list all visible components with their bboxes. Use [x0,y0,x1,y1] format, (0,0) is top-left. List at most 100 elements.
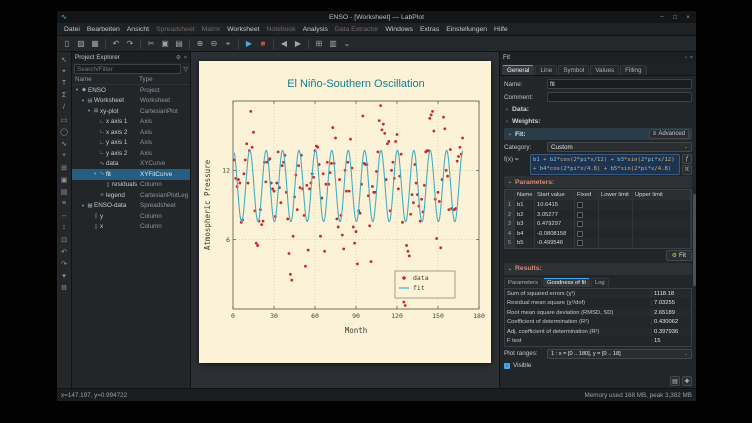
tab-symbol[interactable]: Symbol [558,65,589,75]
template-load-icon[interactable]: ▤ [670,376,680,386]
add-image-icon[interactable]: ▣ [59,174,70,185]
chart-legend[interactable]: datafit [395,271,455,298]
menu-extras[interactable]: Extras [417,25,442,34]
tree-row-legend[interactable]: ≡legendCartesianPlotLegend [72,190,190,201]
zoom-x-icon[interactable]: ↔ [59,210,70,221]
column-header-type[interactable]: Type [139,76,187,83]
zoom-y-icon[interactable]: ↕ [59,222,70,233]
paste-icon[interactable]: ▤ [173,38,185,50]
tree-row-data[interactable]: ∿dataXYCurve [72,159,190,170]
menu-notebook[interactable]: Notebook [264,25,299,34]
tree-row-y-axis-1[interactable]: ∟y axis 1Axis [72,138,190,149]
add-text-icon[interactable]: T [59,78,70,89]
parameter-row-b5[interactable]: 5b5-0.499546 [505,238,691,248]
tab-values[interactable]: Values [590,65,619,75]
search-input[interactable] [74,64,181,74]
menu-einstellungen[interactable]: Einstellungen [443,25,490,34]
fit-selection-icon[interactable]: ⊡ [59,234,70,245]
tree-row-x-axis-2[interactable]: ∟x axis 2Axis [72,127,190,138]
menu-windows[interactable]: Windows [382,25,416,34]
add-line-icon[interactable]: / [59,102,70,113]
new-project-icon[interactable]: ▯ [61,38,73,50]
comment-input[interactable] [547,92,692,102]
panel-close-icon[interactable]: × [184,55,187,61]
results-tab-log[interactable]: Log [591,278,609,287]
zoom-select-icon[interactable]: ⌖ [222,38,234,50]
tree-row-residuals[interactable]: ▯residualsColumn [72,180,190,191]
dock-close-icon[interactable]: × [690,55,693,61]
tree-row-y[interactable]: ▯yColumn [72,211,190,222]
section-weights[interactable]: › Weights: [504,116,692,127]
settings-icon[interactable]: ⚙ [59,282,70,293]
zoom-out-icon[interactable]: ⊖ [208,38,220,50]
tab-line[interactable]: Line [535,65,557,75]
save-project-icon[interactable]: ▦ [89,38,101,50]
cursor-icon[interactable]: ↖ [59,54,70,65]
menu-worksheet[interactable]: Worksheet [224,25,262,34]
fixed-checkbox[interactable] [577,202,583,208]
close-button[interactable]: × [684,14,692,21]
zoom-in-icon[interactable]: ⊕ [194,38,206,50]
play-icon[interactable]: ▶ [243,38,255,50]
section-results[interactable]: ⌄ Results: [504,263,692,275]
stop-icon[interactable]: ■ [257,38,269,50]
rotate-right-icon[interactable]: ↷ [59,258,70,269]
fixed-checkbox[interactable] [577,212,583,218]
worksheet-view[interactable]: 0306090120150180612datafitEl Niño-Southe… [191,52,500,388]
menu-datei[interactable]: Datei [61,25,83,34]
section-data[interactable]: › Data: [504,104,692,115]
section-parameters[interactable]: ⌄ Parameters: [504,176,692,188]
results-tab-parameters[interactable]: Parameters [504,278,542,287]
add-equation-icon[interactable]: Σ [59,90,70,101]
fixed-checkbox[interactable] [577,231,583,237]
menu-data-extractor[interactable]: Data Extractor [332,25,381,34]
add-curve-icon[interactable]: ∿ [59,138,70,149]
menu-bearbeiten[interactable]: Bearbeiten [84,25,123,34]
tree-row-x-axis-1[interactable]: ∟x axis 1Axis [72,117,190,128]
tree-row-fit[interactable]: ▾∿fitXYFitCurve [72,169,190,180]
maximize-button[interactable]: □ [671,14,679,21]
visible-checkbox[interactable]: ✓ [504,363,510,369]
redo-icon[interactable]: ↷ [124,38,136,50]
dock-float-icon[interactable]: ▫ [685,55,687,61]
dock-title-bar[interactable]: Fit ▫ × [500,52,696,63]
parameter-row-b3[interactable]: 3b30.479297 [505,219,691,229]
navigate-next-icon[interactable]: ▶ [292,38,304,50]
add-plot-icon[interactable]: ▤ [59,186,70,197]
minimize-button[interactable]: − [658,14,666,21]
rotate-left-icon[interactable]: ↶ [59,246,70,257]
category-select[interactable]: Custom ⌄ [547,142,692,152]
results-tab-goodness-of-fit[interactable]: Goodness of fit [543,278,590,287]
worksheet-sheet[interactable]: 0306090120150180612datafitEl Niño-Southe… [199,61,491,363]
section-fit[interactable]: ⌄ Fit: ≡ Advanced [504,128,692,140]
copy-icon[interactable]: ▣ [159,38,171,50]
add-ellipse-icon[interactable]: ◯ [59,126,70,137]
parameter-row-b4[interactable]: 4b4-0.0808158 [505,229,691,239]
tree-row-worksheet[interactable]: ▾▤WorksheetWorksheet [72,96,190,107]
column-header-name[interactable]: Name [75,76,139,83]
add-rectangle-icon[interactable]: ▭ [59,114,70,125]
layout-icon[interactable]: ▥ [327,38,339,50]
constants-icon[interactable]: π [682,165,692,175]
panel-settings-icon[interactable]: ⚙ [176,55,181,61]
menu-matrix[interactable]: Matrix [199,25,224,34]
open-project-icon[interactable]: ▨ [75,38,87,50]
fixed-checkbox[interactable] [577,221,583,227]
menu-ansicht[interactable]: Ansicht [124,25,152,34]
add-axis-icon[interactable]: + [59,150,70,161]
filter-icon[interactable]: ▽ [183,66,188,73]
tree-row-x[interactable]: ▯xColumn [72,222,190,233]
run-fit-button[interactable]: ⚙ Fit [666,250,692,261]
tree-row-enso-data[interactable]: ▾▦ENSO-dataSpreadsheet [72,201,190,212]
title-bar[interactable]: ∿ ENSO - [Worksheet] — LabPlot − □ × [57,11,696,23]
menu-hilfe[interactable]: Hilfe [491,25,511,34]
undo-icon[interactable]: ↶ [110,38,122,50]
cut-icon[interactable]: ✂ [145,38,157,50]
zoom-icon[interactable]: ⌖ [59,66,70,77]
fixed-checkbox[interactable] [577,240,583,246]
functions-icon[interactable]: ƒ [682,154,692,164]
template-save-icon[interactable]: ✚ [682,376,692,386]
menu-spreadsheet[interactable]: Spreadsheet [153,25,198,34]
navigate-prev-icon[interactable]: ◀ [278,38,290,50]
add-grid-icon[interactable]: ⊞ [59,162,70,173]
